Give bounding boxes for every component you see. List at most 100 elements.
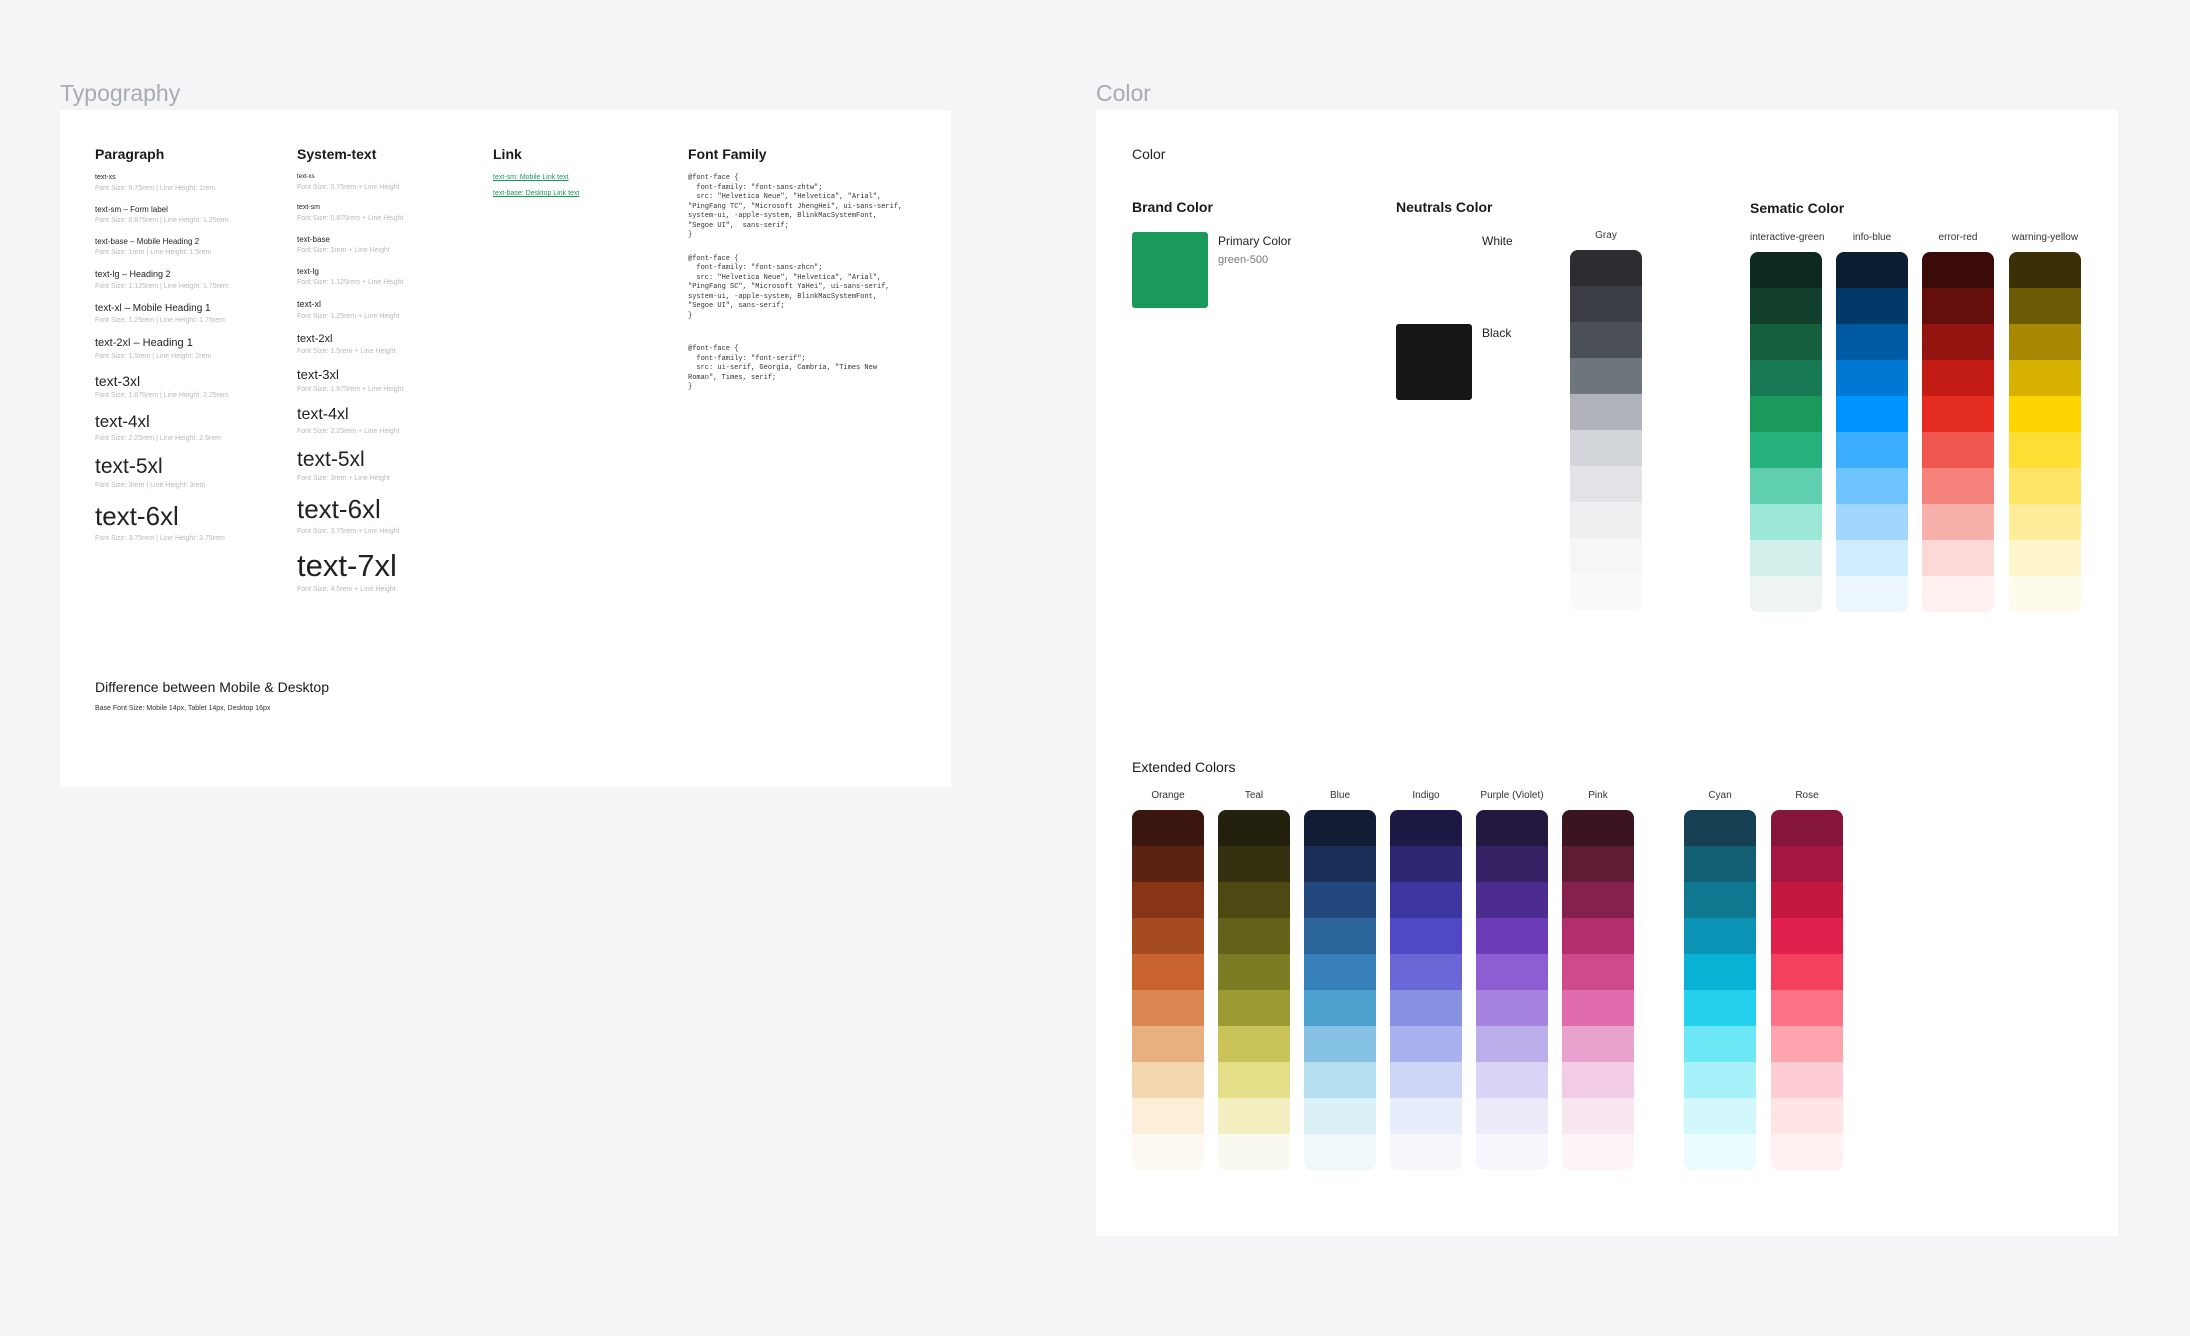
color-shade[interactable] — [1922, 504, 1994, 540]
color-shade[interactable] — [1390, 1134, 1462, 1170]
color-shade[interactable] — [1922, 468, 1994, 504]
color-shade[interactable] — [1836, 468, 1908, 504]
color-shade[interactable] — [1570, 394, 1642, 430]
color-shade[interactable] — [1132, 1062, 1204, 1098]
color-shade[interactable] — [1922, 432, 1994, 468]
color-shade[interactable] — [1476, 882, 1548, 918]
color-shade[interactable] — [1562, 810, 1634, 846]
color-shade[interactable] — [1684, 882, 1756, 918]
color-shade[interactable] — [1562, 1062, 1634, 1098]
color-shade[interactable] — [1476, 1134, 1548, 1170]
color-shade[interactable] — [1476, 1062, 1548, 1098]
color-shade[interactable] — [2009, 432, 2081, 468]
color-shade[interactable] — [1390, 882, 1462, 918]
color-shade[interactable] — [1132, 846, 1204, 882]
color-shade[interactable] — [1684, 954, 1756, 990]
color-shade[interactable] — [1922, 396, 1994, 432]
color-shade[interactable] — [2009, 576, 2081, 612]
color-shade[interactable] — [1836, 432, 1908, 468]
color-shade[interactable] — [1132, 990, 1204, 1026]
color-shade[interactable] — [1390, 954, 1462, 990]
color-shade[interactable] — [1304, 990, 1376, 1026]
color-shade[interactable] — [1132, 918, 1204, 954]
color-shade[interactable] — [2009, 504, 2081, 540]
color-shade[interactable] — [1570, 358, 1642, 394]
color-shade[interactable] — [1836, 540, 1908, 576]
color-shade[interactable] — [1476, 1026, 1548, 1062]
white-swatch[interactable] — [1396, 232, 1472, 308]
color-shade[interactable] — [1684, 1134, 1756, 1170]
color-shade[interactable] — [1476, 846, 1548, 882]
color-shade[interactable] — [1771, 846, 1843, 882]
color-shade[interactable] — [1476, 954, 1548, 990]
color-shade[interactable] — [1771, 990, 1843, 1026]
color-shade[interactable] — [1750, 468, 1822, 504]
color-shade[interactable] — [1218, 954, 1290, 990]
color-shade[interactable] — [1132, 1134, 1204, 1170]
color-shade[interactable] — [1476, 1098, 1548, 1134]
color-shade[interactable] — [1562, 1026, 1634, 1062]
primary-color-swatch[interactable] — [1132, 232, 1208, 308]
color-shade[interactable] — [1304, 1098, 1376, 1134]
color-shade[interactable] — [1684, 1026, 1756, 1062]
color-shade[interactable] — [2009, 288, 2081, 324]
black-swatch[interactable] — [1396, 324, 1472, 400]
color-shade[interactable] — [1390, 1062, 1462, 1098]
color-shade[interactable] — [1836, 504, 1908, 540]
color-shade[interactable] — [1750, 504, 1822, 540]
color-shade[interactable] — [1218, 918, 1290, 954]
color-shade[interactable] — [1218, 882, 1290, 918]
color-shade[interactable] — [1750, 360, 1822, 396]
color-shade[interactable] — [1562, 846, 1634, 882]
color-shade[interactable] — [1304, 810, 1376, 846]
color-shade[interactable] — [1684, 1062, 1756, 1098]
color-shade[interactable] — [1570, 286, 1642, 322]
color-shade[interactable] — [1771, 954, 1843, 990]
color-shade[interactable] — [1476, 810, 1548, 846]
color-shade[interactable] — [1570, 538, 1642, 574]
color-shade[interactable] — [1390, 1098, 1462, 1134]
color-shade[interactable] — [1132, 1026, 1204, 1062]
color-shade[interactable] — [1750, 432, 1822, 468]
color-shade[interactable] — [1836, 252, 1908, 288]
link-desktop[interactable]: text-base: Desktop Link text — [493, 190, 663, 197]
color-shade[interactable] — [1771, 882, 1843, 918]
color-shade[interactable] — [1390, 846, 1462, 882]
color-shade[interactable] — [1750, 396, 1822, 432]
color-shade[interactable] — [1562, 1134, 1634, 1170]
color-shade[interactable] — [1562, 1098, 1634, 1134]
color-shade[interactable] — [1304, 1026, 1376, 1062]
color-shade[interactable] — [2009, 252, 2081, 288]
color-shade[interactable] — [1771, 810, 1843, 846]
color-shade[interactable] — [1390, 810, 1462, 846]
color-shade[interactable] — [1836, 360, 1908, 396]
color-shade[interactable] — [1684, 846, 1756, 882]
color-shade[interactable] — [1570, 250, 1642, 286]
color-shade[interactable] — [1922, 324, 1994, 360]
color-shade[interactable] — [1562, 918, 1634, 954]
color-shade[interactable] — [1684, 1098, 1756, 1134]
color-shade[interactable] — [1836, 324, 1908, 360]
color-shade[interactable] — [1476, 918, 1548, 954]
color-shade[interactable] — [1750, 324, 1822, 360]
color-shade[interactable] — [1570, 574, 1642, 610]
color-shade[interactable] — [1750, 252, 1822, 288]
color-shade[interactable] — [1304, 846, 1376, 882]
color-shade[interactable] — [1304, 1062, 1376, 1098]
color-shade[interactable] — [1562, 954, 1634, 990]
color-shade[interactable] — [2009, 360, 2081, 396]
color-shade[interactable] — [1750, 288, 1822, 324]
color-shade[interactable] — [1132, 1098, 1204, 1134]
color-shade[interactable] — [1922, 252, 1994, 288]
color-shade[interactable] — [1922, 576, 1994, 612]
color-shade[interactable] — [1218, 1026, 1290, 1062]
color-shade[interactable] — [1684, 990, 1756, 1026]
color-shade[interactable] — [1570, 466, 1642, 502]
color-shade[interactable] — [1836, 288, 1908, 324]
color-shade[interactable] — [1922, 360, 1994, 396]
color-shade[interactable] — [1771, 918, 1843, 954]
color-shade[interactable] — [1836, 396, 1908, 432]
color-shade[interactable] — [2009, 540, 2081, 576]
link-mobile[interactable]: text-sm: Mobile Link text — [493, 174, 663, 181]
color-shade[interactable] — [1922, 540, 1994, 576]
